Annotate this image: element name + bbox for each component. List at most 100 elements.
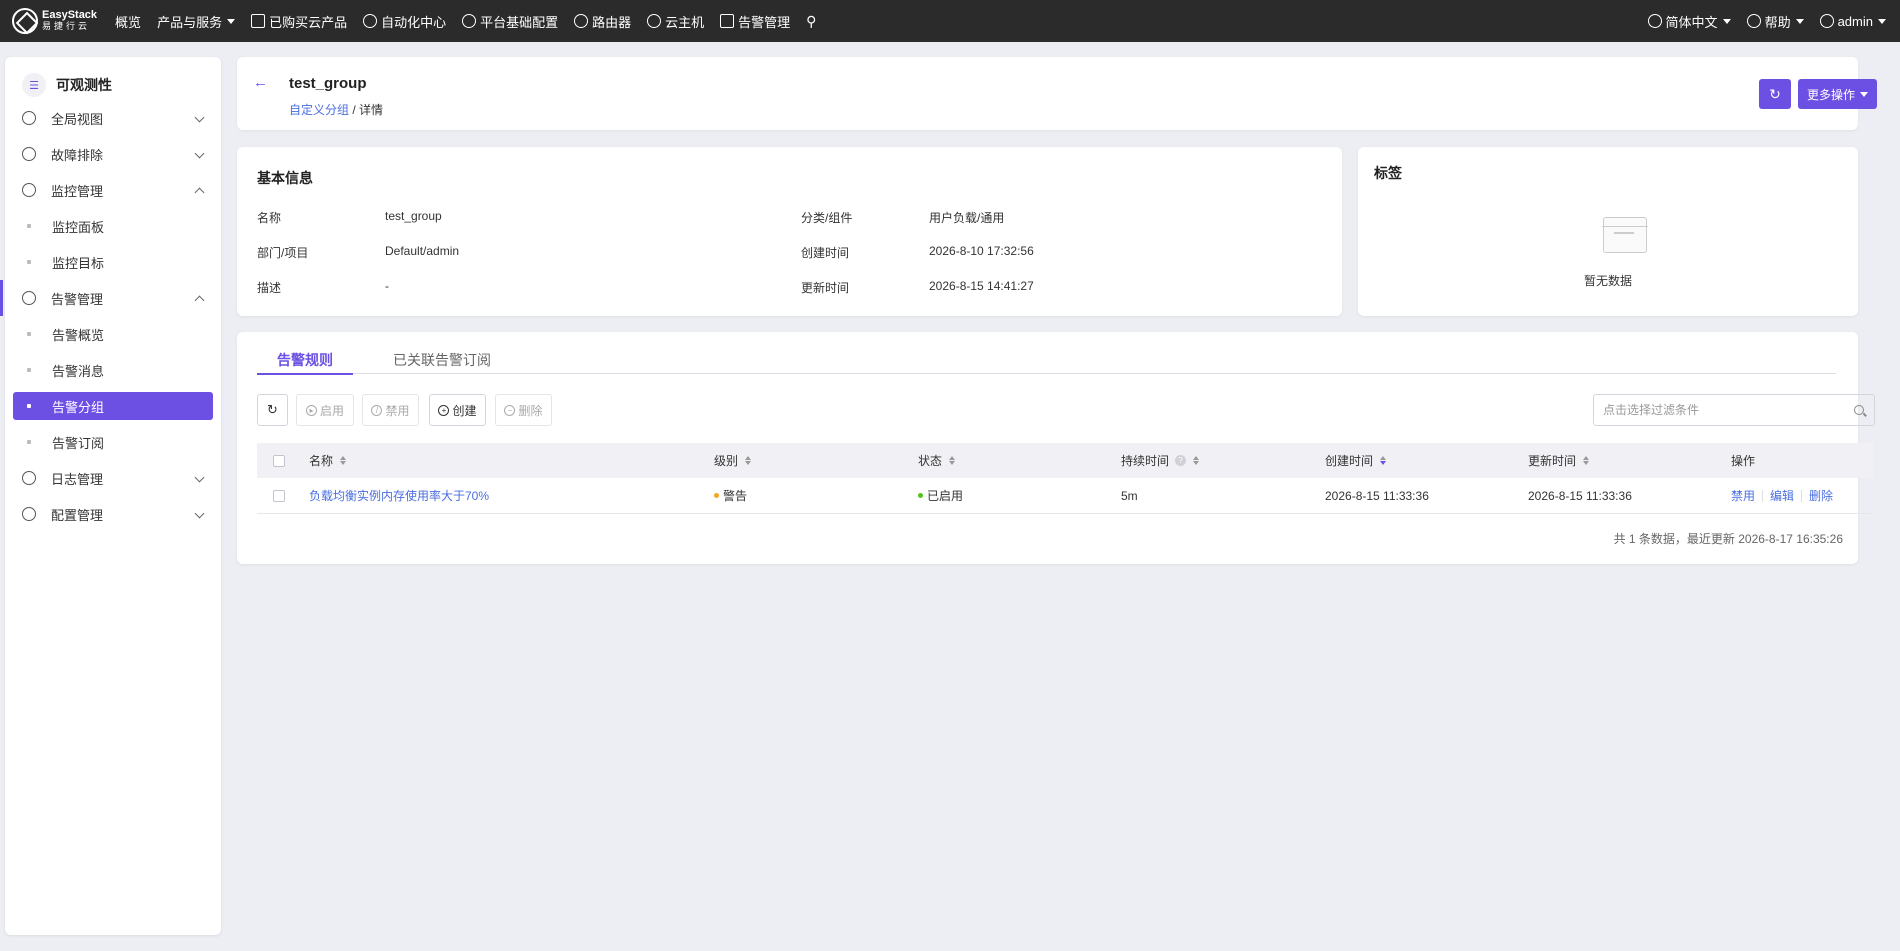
row-checkbox[interactable] xyxy=(273,489,285,502)
pin-button[interactable]: ⚲ xyxy=(798,0,824,42)
nav-label: 路由器 xyxy=(592,14,632,30)
column-name[interactable]: 名称 xyxy=(309,443,347,478)
pin-icon: ⚲ xyxy=(806,12,817,29)
tab-linked-subscriptions[interactable]: 已关联告警订阅 xyxy=(393,350,491,374)
sidebar-subitem-monitor-target[interactable]: 监控目标 xyxy=(5,244,221,280)
nav-vm[interactable]: 云主机 xyxy=(639,0,712,42)
page-header: ← test_group 自定义分组 / 详情 ↻ 更多操作 xyxy=(237,57,1877,130)
chevron-up-icon xyxy=(194,187,205,198)
breadcrumb-separator: / xyxy=(349,103,360,117)
basic-info-card: 基本信息 名称 test_group 部门/项目 Default/admin 描述 -… xyxy=(237,147,1342,316)
more-actions-button[interactable]: 更多操作 xyxy=(1798,79,1877,109)
created-value: 2026-8-15 11:33:36 xyxy=(1325,488,1429,503)
updated-value: 2026-8-15 11:33:36 xyxy=(1528,488,1632,503)
nav-label: 已购买云产品 xyxy=(269,14,348,30)
row-delete-link[interactable]: 删除 xyxy=(1809,487,1833,504)
back-arrow-icon[interactable]: ← xyxy=(253,75,269,91)
nav-automation[interactable]: 自动化中心 xyxy=(355,0,454,42)
sidebar-item-alarm[interactable]: 告警管理 xyxy=(0,280,221,316)
search-icon[interactable] xyxy=(1854,405,1864,415)
tags-card: 标签 暂无数据 xyxy=(1358,147,1858,316)
sidebar-item-label: 日志管理 xyxy=(51,471,104,487)
sidebar-item-global-view[interactable]: 全局视图 xyxy=(5,100,221,136)
tags-title: 标签 xyxy=(1374,165,1402,181)
chevron-down-icon xyxy=(194,472,205,483)
row-edit-link[interactable]: 编辑 xyxy=(1770,487,1794,504)
top-nav: EasyStack 易捷行云 概览 产品与服务 已购买云产品 自动化中心 平台基… xyxy=(0,0,1900,42)
caret-down-icon xyxy=(1722,18,1731,24)
sidebar-subitem-alarm-messages[interactable]: 告警消息 xyxy=(5,352,221,388)
nav-label: 产品与服务 xyxy=(157,14,223,30)
sort-icon xyxy=(745,456,752,465)
status-label: 已启用 xyxy=(927,489,964,503)
user-menu[interactable]: admin xyxy=(1812,0,1894,42)
nav-purchased[interactable]: 已购买云产品 xyxy=(243,0,355,42)
nav-label: 告警管理 xyxy=(738,14,791,30)
sidebar-subitem-alarm-overview[interactable]: 告警概览 xyxy=(5,316,221,352)
logo[interactable]: EasyStack 易捷行云 xyxy=(12,8,97,34)
nav-label: 平台基础配置 xyxy=(480,14,559,30)
nav-router[interactable]: 路由器 xyxy=(566,0,639,42)
column-level[interactable]: 级别 xyxy=(714,443,752,478)
gauge-icon xyxy=(363,14,378,28)
gear-icon xyxy=(462,14,477,28)
cloud-icon xyxy=(22,183,36,197)
create-button[interactable]: + 创建 xyxy=(429,394,486,426)
sidebar-title: ☰ 可观测性 xyxy=(5,70,221,100)
filter-search[interactable] xyxy=(1593,394,1875,426)
nav-alarm[interactable]: 告警管理 xyxy=(712,0,798,42)
user-icon xyxy=(1819,14,1834,28)
divider xyxy=(1762,489,1764,502)
page-title: test_group xyxy=(289,75,367,92)
router-icon xyxy=(574,14,589,28)
help-icon[interactable]: ? xyxy=(1175,455,1187,466)
caret-down-icon xyxy=(1795,18,1804,24)
nav-overview[interactable]: 概览 xyxy=(107,0,149,42)
sidebar-item-troubleshoot[interactable]: 故障排除 xyxy=(5,136,221,172)
column-created[interactable]: 创建时间 xyxy=(1325,443,1387,478)
sidebar-item-label: 全局视图 xyxy=(51,111,104,127)
level-label: 警告 xyxy=(723,489,748,503)
nav-products[interactable]: 产品与服务 xyxy=(149,0,243,42)
rule-name-link[interactable]: 负载均衡实例内存使用率大于70% xyxy=(309,478,489,513)
column-duration[interactable]: 持续时间? xyxy=(1121,443,1200,478)
sidebar-item-config[interactable]: 配置管理 xyxy=(5,496,221,532)
field-key: 描述 xyxy=(257,281,282,295)
nav-platform-config[interactable]: 平台基础配置 xyxy=(454,0,566,42)
breadcrumb: 自定义分组 / 详情 xyxy=(289,101,383,118)
sidebar-subitem-alarm-subscriptions[interactable]: 告警订阅 xyxy=(5,424,221,460)
field-value: - xyxy=(385,279,389,293)
table-refresh-button[interactable]: ↻ xyxy=(257,394,288,426)
field-key: 创建时间 xyxy=(801,246,850,260)
delete-button[interactable]: − 删除 xyxy=(495,394,552,426)
disable-button[interactable]: / 禁用 xyxy=(362,394,419,426)
sidebar-item-monitoring[interactable]: 监控管理 xyxy=(5,172,221,208)
column-status[interactable]: 状态 xyxy=(918,443,956,478)
select-all-checkbox[interactable] xyxy=(273,454,285,467)
column-updated[interactable]: 更新时间 xyxy=(1528,443,1590,478)
list-icon xyxy=(251,14,266,28)
breadcrumb-link-custom-group[interactable]: 自定义分组 xyxy=(289,103,349,117)
column-label: 创建时间 xyxy=(1325,454,1374,468)
sidebar-subitem-alarm-groups[interactable]: 告警分组 xyxy=(13,392,213,420)
language-select[interactable]: 简体中文 xyxy=(1640,0,1739,42)
field-value: 用户负载/通用 xyxy=(929,211,1005,225)
filter-search-input[interactable] xyxy=(1603,395,1843,425)
row-disable-link[interactable]: 禁用 xyxy=(1731,487,1755,504)
sidebar-subitem-label: 监控目标 xyxy=(52,255,105,271)
divider xyxy=(1801,489,1803,502)
enable-button[interactable]: ▸ 启用 xyxy=(296,394,354,426)
help-icon xyxy=(1746,14,1761,28)
refresh-button[interactable]: ↻ xyxy=(1759,79,1791,109)
sidebar-item-logs[interactable]: 日志管理 xyxy=(5,460,221,496)
help-menu[interactable]: 帮助 xyxy=(1739,0,1812,42)
field-key: 名称 xyxy=(257,211,282,225)
tab-alarm-rules[interactable]: 告警规则 xyxy=(257,350,353,375)
level-dot-icon xyxy=(714,493,719,498)
logo-text-en: EasyStack xyxy=(42,9,98,21)
caret-down-icon xyxy=(1860,91,1868,97)
column-label: 更新时间 xyxy=(1528,454,1577,468)
nav-label: 自动化中心 xyxy=(381,14,447,30)
sort-icon xyxy=(340,456,347,465)
sidebar-subitem-monitor-panel[interactable]: 监控面板 xyxy=(5,208,221,244)
